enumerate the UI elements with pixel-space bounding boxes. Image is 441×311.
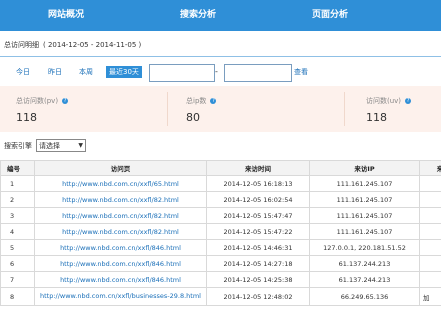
extra-cell xyxy=(419,207,441,224)
column-header-page: 访问页 xyxy=(34,160,207,176)
visit-time: 2014-12-05 16:02:54 xyxy=(206,191,310,208)
extra-cell xyxy=(419,175,441,192)
row-number: 2 xyxy=(0,191,35,208)
visit-time: 2014-12-05 14:25:38 xyxy=(206,271,310,288)
info-icon[interactable]: ? xyxy=(405,98,412,104)
divider xyxy=(0,56,441,57)
visit-time: 2014-12-05 14:27:18 xyxy=(206,255,310,272)
last-30-days-button[interactable]: 最近30天 xyxy=(106,66,142,78)
visit-ip: 111.161.245.107 xyxy=(309,191,420,208)
visit-time: 2014-12-05 15:47:22 xyxy=(206,223,310,240)
visit-ip: 61.137.244.213 xyxy=(309,255,420,272)
visit-ip: 127.0.0.1, 220.181.51.52 xyxy=(309,239,420,256)
table-row: 5 http://www.nbd.com.cn/xxfl/846.html 20… xyxy=(0,239,441,256)
row-number: 4 xyxy=(0,223,35,240)
page-link[interactable]: http://www.nbd.com.cn/xxfl/82.html xyxy=(34,191,207,208)
table-row: 6 http://www.nbd.com.cn/xxfl/846.html 20… xyxy=(0,255,441,272)
top-navigation: 网站概况 搜索分析 页面分析 xyxy=(0,0,441,31)
end-date-input[interactable] xyxy=(224,64,292,82)
table-row: 3 http://www.nbd.com.cn/xxfl/82.html 201… xyxy=(0,207,441,224)
table-row: 2 http://www.nbd.com.cn/xxfl/82.html 201… xyxy=(0,191,441,208)
info-icon[interactable]: ? xyxy=(62,98,69,104)
this-week-button[interactable]: 本周 xyxy=(78,66,94,78)
page-link[interactable]: http://www.nbd.com.cn/xxfl/846.html xyxy=(34,271,207,288)
extra-cell xyxy=(419,223,441,240)
visit-ip: 111.161.245.107 xyxy=(309,223,420,240)
column-header-ip: 来访IP xyxy=(309,160,420,176)
stat-label: 访问数(uv) xyxy=(366,97,402,105)
extra-cell: 加 xyxy=(419,287,441,306)
today-button[interactable]: 今日 xyxy=(15,66,31,78)
row-number: 6 xyxy=(0,255,35,272)
row-number: 1 xyxy=(0,175,35,192)
visit-time: 2014-12-05 12:48:02 xyxy=(206,287,310,306)
start-date-input[interactable] xyxy=(149,64,215,82)
tab-site-overview[interactable]: 网站概况 xyxy=(48,0,84,31)
tab-page-analysis[interactable]: 页面分析 xyxy=(312,0,348,31)
column-header-time: 来访时间 xyxy=(206,160,310,176)
page-link[interactable]: http://www.nbd.com.cn/xxfl/846.html xyxy=(34,255,207,272)
select-value: 请选择 xyxy=(39,142,60,150)
summary-stats: 总访问数(pv)? 118 总ip数? 80 访问数(uv)? 118 xyxy=(0,86,441,132)
extra-cell xyxy=(419,239,441,256)
stat-label: 总ip数 xyxy=(186,97,207,105)
page-link[interactable]: http://www.nbd.com.cn/xxfl/businesses-29… xyxy=(34,287,207,306)
visit-ip: 61.137.244.213 xyxy=(309,271,420,288)
row-number: 3 xyxy=(0,207,35,224)
visit-table: 编号 访问页 来访时间 来访IP 来 1 http://www.nbd.com.… xyxy=(0,160,441,306)
quick-range-bar: 今日 昨日 本周 最近30天 - 查看 xyxy=(0,63,441,82)
stat-separator xyxy=(167,92,168,126)
page-link[interactable]: http://www.nbd.com.cn/xxfl/82.html xyxy=(34,223,207,240)
page-title-row: 总访问明细 ( 2014-12-05 - 2014-11-05 ) xyxy=(4,40,141,50)
table-row: 7 http://www.nbd.com.cn/xxfl/846.html 20… xyxy=(0,271,441,288)
stat-label: 总访问数(pv) xyxy=(16,97,59,105)
column-header-no: 编号 xyxy=(0,160,35,176)
visit-ip: 111.161.245.107 xyxy=(309,175,420,192)
column-header-extra: 来 xyxy=(419,160,441,176)
stat-separator xyxy=(344,92,345,126)
extra-cell xyxy=(419,271,441,288)
date-separator: - xyxy=(215,67,218,76)
filter-label: 搜索引擎 xyxy=(4,142,32,150)
dropdown-arrow-icon: ▼ xyxy=(78,142,83,149)
visit-time: 2014-12-05 14:46:31 xyxy=(206,239,310,256)
table-header: 编号 访问页 来访时间 来访IP 来 xyxy=(0,160,441,176)
extra-cell xyxy=(419,255,441,272)
page-link[interactable]: http://www.nbd.com.cn/xxfl/65.html xyxy=(34,175,207,192)
stat-value: 118 xyxy=(366,111,387,124)
tab-search-analysis[interactable]: 搜索分析 xyxy=(180,0,216,31)
table-row: 4 http://www.nbd.com.cn/xxfl/82.html 201… xyxy=(0,223,441,240)
visit-time: 2014-12-05 15:47:47 xyxy=(206,207,310,224)
stat-value: 118 xyxy=(16,111,37,124)
row-number: 8 xyxy=(0,287,35,306)
info-icon[interactable]: ? xyxy=(210,98,217,104)
query-link[interactable]: 查看 xyxy=(294,67,308,77)
stat-value: 80 xyxy=(186,111,200,124)
date-range-text: ( 2014-12-05 - 2014-11-05 ) xyxy=(43,41,142,49)
visit-ip: 66.249.65.136 xyxy=(309,287,420,306)
page-link[interactable]: http://www.nbd.com.cn/xxfl/82.html xyxy=(34,207,207,224)
yesterday-button[interactable]: 昨日 xyxy=(47,66,63,78)
table-row: 1 http://www.nbd.com.cn/xxfl/65.html 201… xyxy=(0,175,441,192)
extra-cell xyxy=(419,191,441,208)
search-engine-select[interactable]: 请选择 ▼ xyxy=(36,139,86,152)
page-link[interactable]: http://www.nbd.com.cn/xxfl/846.html xyxy=(34,239,207,256)
table-row: 8 http://www.nbd.com.cn/xxfl/businesses-… xyxy=(0,287,441,306)
page-title: 总访问明细 xyxy=(4,41,39,49)
visit-time: 2014-12-05 16:18:13 xyxy=(206,175,310,192)
row-number: 5 xyxy=(0,239,35,256)
visit-ip: 111.161.245.107 xyxy=(309,207,420,224)
row-number: 7 xyxy=(0,271,35,288)
